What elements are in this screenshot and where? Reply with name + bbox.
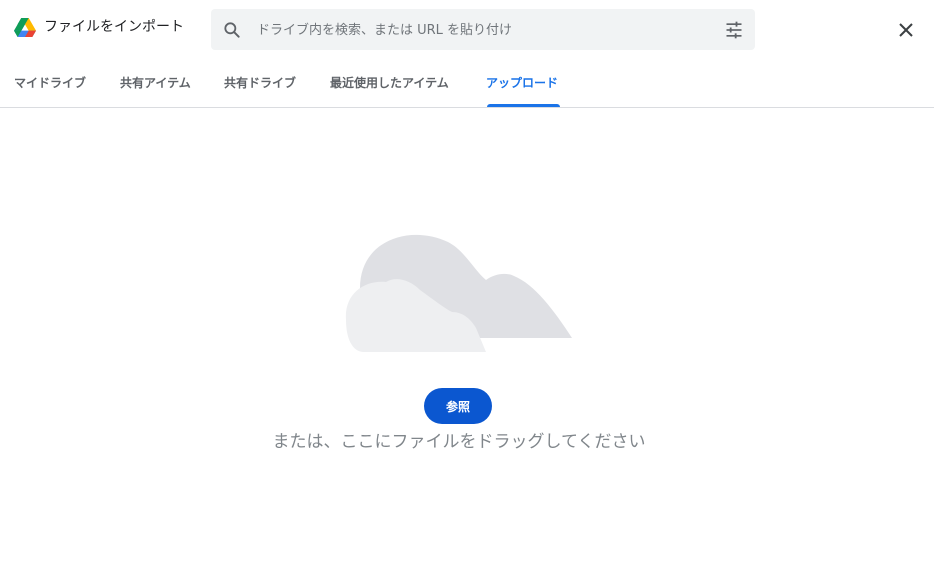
tab-bar: マイドライブ 共有アイテム 共有ドライブ 最近使用したアイテム アップロード	[0, 60, 934, 108]
search-input[interactable]	[257, 19, 697, 41]
close-icon	[899, 23, 913, 37]
search-box[interactable]	[211, 9, 755, 50]
browse-button[interactable]: 参照	[424, 388, 492, 424]
drag-instruction-text: または、ここにファイルをドラッグしてください	[272, 432, 646, 452]
tab-my-drive[interactable]: マイドライブ	[14, 75, 86, 91]
tab-upload[interactable]: アップロード	[486, 75, 558, 91]
tab-shared-drives[interactable]: 共有ドライブ	[224, 75, 296, 91]
tune-icon[interactable]	[724, 20, 744, 40]
active-tab-indicator	[487, 104, 560, 107]
dialog-title: ファイルをインポート	[44, 19, 184, 35]
tab-recent[interactable]: 最近使用したアイテム	[330, 75, 449, 91]
import-file-dialog: ファイルをインポート ドライブ内を検索、または URL を貼り付け マイドライブ…	[0, 0, 934, 574]
tab-shared-with-me[interactable]: 共有アイテム	[120, 75, 191, 91]
cloud-illustration-icon	[345, 234, 572, 352]
close-button[interactable]	[893, 17, 919, 43]
google-drive-logo-icon	[14, 18, 36, 37]
search-icon[interactable]	[222, 20, 242, 40]
dialog-header: ファイルをインポート	[0, 0, 934, 60]
